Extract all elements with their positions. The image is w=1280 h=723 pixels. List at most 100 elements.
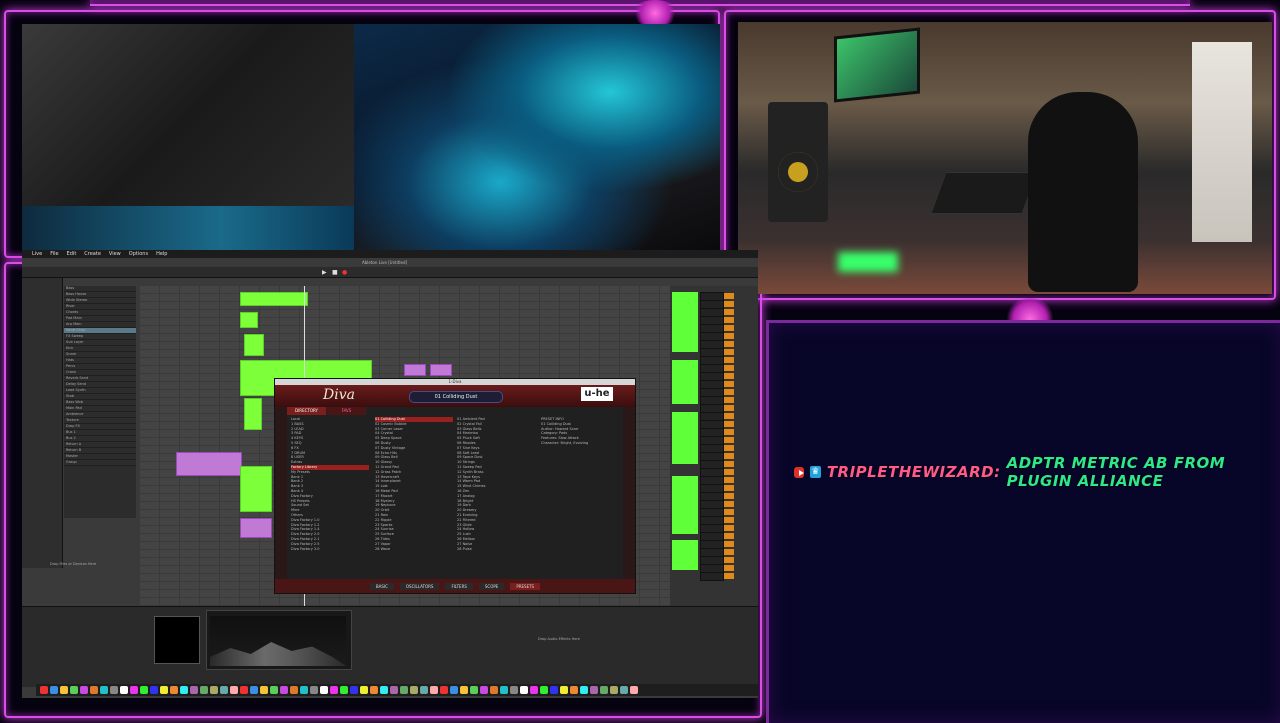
mixer-value[interactable]	[724, 437, 734, 443]
dock-app-icon[interactable]	[530, 686, 538, 694]
mixer-value[interactable]	[724, 469, 734, 475]
arrangement-clip[interactable]	[240, 466, 272, 512]
diva-footer-tabs[interactable]: BASIC OSCILLATORS FILTERS SCOPE PRESETS	[275, 579, 635, 593]
dock-app-icon[interactable]	[390, 686, 398, 694]
mixer-value[interactable]	[724, 533, 734, 539]
mixer-value[interactable]	[724, 453, 734, 459]
daw-detail-view[interactable]: Drop Files or Devices Here Drop Audio Ef…	[22, 562, 758, 687]
diva-footer-tab[interactable]: SCOPE	[478, 582, 505, 590]
diva-footer-tab[interactable]: BASIC	[369, 582, 394, 590]
arrangement-clip[interactable]	[404, 364, 426, 376]
mixer-value[interactable]	[724, 517, 734, 523]
dock-app-icon[interactable]	[110, 686, 118, 694]
diva-preset-list-b[interactable]: 01 Ambient Pad 02 Crystal Fall 03 Glass Be…	[457, 417, 537, 577]
dock-app-icon[interactable]	[600, 686, 608, 694]
daw-mixer-section[interactable]	[670, 286, 758, 606]
dock-app-icon[interactable]	[190, 686, 198, 694]
dock-app-icon[interactable]	[150, 686, 158, 694]
dock-app-icon[interactable]	[310, 686, 318, 694]
dock-app-icon[interactable]	[90, 686, 98, 694]
dock-app-icon[interactable]	[50, 686, 58, 694]
record-icon[interactable]: ●	[342, 269, 347, 276]
dock-app-icon[interactable]	[630, 686, 638, 694]
arrangement-clip[interactable]	[240, 292, 308, 306]
mixer-value[interactable]	[724, 413, 734, 419]
mixer-value[interactable]	[724, 445, 734, 451]
menu-item[interactable]: Options	[129, 251, 148, 257]
eq-spectrum[interactable]	[210, 616, 346, 666]
mixer-value[interactable]	[724, 509, 734, 515]
mixer-value[interactable]	[724, 525, 734, 531]
diva-preset-selector[interactable]: 01 Colliding Dust	[409, 391, 503, 403]
mixer-value[interactable]	[724, 429, 734, 435]
dock-app-icon[interactable]	[620, 686, 628, 694]
tab-directory[interactable]: DIRECTORY	[287, 407, 327, 415]
diva-preset-browser[interactable]: DIRECTORY FAVS Local 1 BASS 2 LEAD 3 PAD 4 K…	[287, 407, 623, 579]
dock-app-icon[interactable]	[270, 686, 278, 694]
arrangement-clip[interactable]	[430, 364, 452, 376]
mixer-value[interactable]	[724, 485, 734, 491]
dock-app-icon[interactable]	[240, 686, 248, 694]
dock-app-icon[interactable]	[220, 686, 228, 694]
dock-app-icon[interactable]	[400, 686, 408, 694]
dock-app-icon[interactable]	[430, 686, 438, 694]
mixer-value[interactable]	[724, 341, 734, 347]
mixer-value[interactable]	[724, 349, 734, 355]
info-item[interactable]: Character: Bright, Evolving	[541, 441, 619, 446]
mixer-value[interactable]	[724, 317, 734, 323]
menu-item[interactable]: Edit	[67, 251, 77, 257]
mixer-value[interactable]	[724, 389, 734, 395]
mixer-value[interactable]	[724, 541, 734, 547]
dock-app-icon[interactable]	[170, 686, 178, 694]
arrangement-clip[interactable]	[244, 334, 264, 356]
tab-favs[interactable]: FAVS	[327, 407, 367, 415]
dock-app-icon[interactable]	[590, 686, 598, 694]
dock-app-icon[interactable]	[320, 686, 328, 694]
dock-app-icon[interactable]	[510, 686, 518, 694]
dock-app-icon[interactable]	[350, 686, 358, 694]
mixer-value[interactable]	[724, 501, 734, 507]
menu-item[interactable]: View	[109, 251, 121, 257]
dock-app-icon[interactable]	[440, 686, 448, 694]
dock-app-icon[interactable]	[180, 686, 188, 694]
mixer-value[interactable]	[724, 373, 734, 379]
daw-track-list[interactable]: Bass Bass House Wide Stereo Riser Chords Pad …	[64, 286, 136, 518]
dock-app-icon[interactable]	[280, 686, 288, 694]
mixer-value[interactable]	[724, 565, 734, 571]
dock-app-icon[interactable]	[130, 686, 138, 694]
mixer-slot[interactable]	[700, 572, 724, 581]
dock-app-icon[interactable]	[140, 686, 148, 694]
dock-app-icon[interactable]	[480, 686, 488, 694]
dock-app-icon[interactable]	[340, 686, 348, 694]
arrangement-clip[interactable]	[244, 398, 262, 430]
mixer-value[interactable]	[724, 557, 734, 563]
mixer-value[interactable]	[724, 325, 734, 331]
mixer-value[interactable]	[724, 397, 734, 403]
dock-app-icon[interactable]	[290, 686, 298, 694]
menu-item[interactable]: Help	[156, 251, 167, 257]
dock-app-icon[interactable]	[200, 686, 208, 694]
diva-footer-tab[interactable]: FILTERS	[445, 582, 473, 590]
dock-app-icon[interactable]	[250, 686, 258, 694]
dock-app-icon[interactable]	[500, 686, 508, 694]
diva-preset-list-a[interactable]: 01 Colliding Dust 02 Cosmic Bubble 03 Corn…	[375, 417, 453, 577]
dock-app-icon[interactable]	[420, 686, 428, 694]
dock-app-icon[interactable]	[360, 686, 368, 694]
mixer-value[interactable]	[724, 381, 734, 387]
directory-item[interactable]: Diva Factory 3.0	[291, 547, 369, 552]
dock-app-icon[interactable]	[370, 686, 378, 694]
dock-app-icon[interactable]	[70, 686, 78, 694]
mixer-value[interactable]	[724, 405, 734, 411]
dock-app-icon[interactable]	[470, 686, 478, 694]
dock-app-icon[interactable]	[300, 686, 308, 694]
diva-plugin-window[interactable]: 1-Diva Diva 01 Colliding Dust u-he DIREC…	[274, 378, 636, 594]
daw-browser-panel[interactable]	[22, 278, 63, 568]
dock-app-icon[interactable]	[450, 686, 458, 694]
arrangement-clip[interactable]	[176, 452, 242, 476]
play-icon[interactable]: ▶	[322, 269, 327, 276]
dock-app-icon[interactable]	[490, 686, 498, 694]
presets_b-item[interactable]: 28 Pulse	[457, 547, 537, 552]
dock-app-icon[interactable]	[160, 686, 168, 694]
dock-app-icon[interactable]	[520, 686, 528, 694]
mixer-value[interactable]	[724, 333, 734, 339]
